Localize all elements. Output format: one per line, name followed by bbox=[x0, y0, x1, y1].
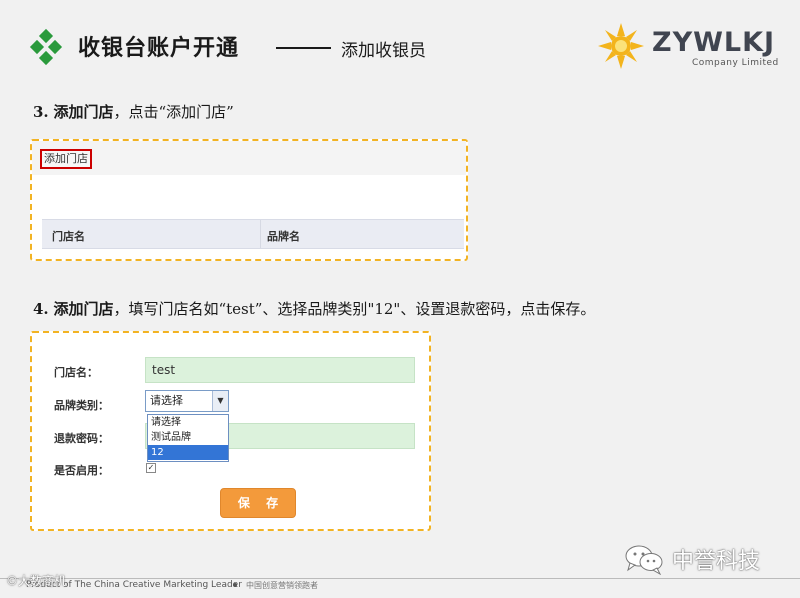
step4-heading: 4. 添加门店，填写门店名如“test”、选择品牌类别"12"、设置退款密码，点… bbox=[33, 298, 595, 319]
page-title: 收银台账户开通 bbox=[78, 35, 240, 61]
column-brand-name: 品牌名 bbox=[267, 230, 300, 243]
step3-heading: 3. 添加门店，点击“添加门店” bbox=[33, 101, 234, 122]
store-list-panel: 添加门店 门店名 品牌名 bbox=[30, 139, 468, 261]
store-table-header: 门店名 品牌名 bbox=[42, 219, 464, 249]
brand-subtitle: Company Limited bbox=[692, 58, 779, 68]
store-list-toolbar: 添加门店 bbox=[32, 141, 466, 175]
step4-instruction: ，填写门店名如“test”、选择品牌类别"12"、设置退款密码，点击保存。 bbox=[113, 300, 596, 318]
store-name-input[interactable]: test bbox=[145, 357, 415, 383]
title-separator bbox=[276, 47, 331, 49]
brand-name: ZYWLKJ bbox=[652, 27, 776, 58]
brand-option-test-brand[interactable]: 测试品牌 bbox=[148, 430, 228, 445]
brand-label: 品牌类别： bbox=[54, 399, 109, 412]
step3-action: 添加门店 bbox=[53, 103, 114, 121]
wechat-icon bbox=[625, 545, 663, 575]
sun-logo-icon bbox=[598, 23, 644, 69]
step3-instruction: ，点击“添加门店” bbox=[113, 103, 234, 121]
column-divider bbox=[260, 220, 261, 248]
brand-select[interactable]: 请选择 ▼ bbox=[145, 390, 229, 412]
title-diamond-icon bbox=[29, 28, 63, 66]
add-store-form: 门店名： test 品牌类别： 请选择 ▼ 请选择 测试品牌 12 退款密码： … bbox=[30, 331, 431, 531]
brand-dropdown-list: 请选择 测试品牌 12 bbox=[147, 414, 229, 462]
store-name-value: test bbox=[152, 363, 176, 377]
step3-number: 3. bbox=[33, 103, 49, 121]
add-store-button[interactable]: 添加门店 bbox=[40, 149, 92, 169]
check-icon: ✓ bbox=[147, 463, 155, 472]
footer-divider bbox=[0, 578, 800, 579]
store-name-label: 门店名： bbox=[54, 366, 98, 379]
column-store-name: 门店名 bbox=[52, 230, 85, 243]
chevron-down-icon[interactable]: ▼ bbox=[212, 391, 228, 411]
brand-option-12[interactable]: 12 bbox=[148, 445, 228, 460]
page-subtitle: 添加收银员 bbox=[341, 41, 426, 61]
step4-action: 添加门店 bbox=[53, 300, 114, 318]
enabled-checkbox[interactable]: ✓ bbox=[146, 463, 156, 473]
save-button[interactable]: 保 存 bbox=[220, 488, 296, 518]
step4-number: 4. bbox=[33, 300, 49, 318]
brand-option-please-select[interactable]: 请选择 bbox=[148, 415, 228, 430]
footer-bullet bbox=[233, 583, 237, 587]
footer-tagline-cn: 中国创意营销领跑者 bbox=[246, 581, 318, 590]
enabled-label: 是否启用： bbox=[54, 464, 109, 477]
watermark-left: ©大数商机 bbox=[6, 574, 67, 588]
watermark-right: 中誉科技 bbox=[672, 549, 761, 574]
brand-selected-value: 请选择 bbox=[150, 394, 183, 407]
refund-password-label: 退款密码： bbox=[54, 432, 109, 445]
